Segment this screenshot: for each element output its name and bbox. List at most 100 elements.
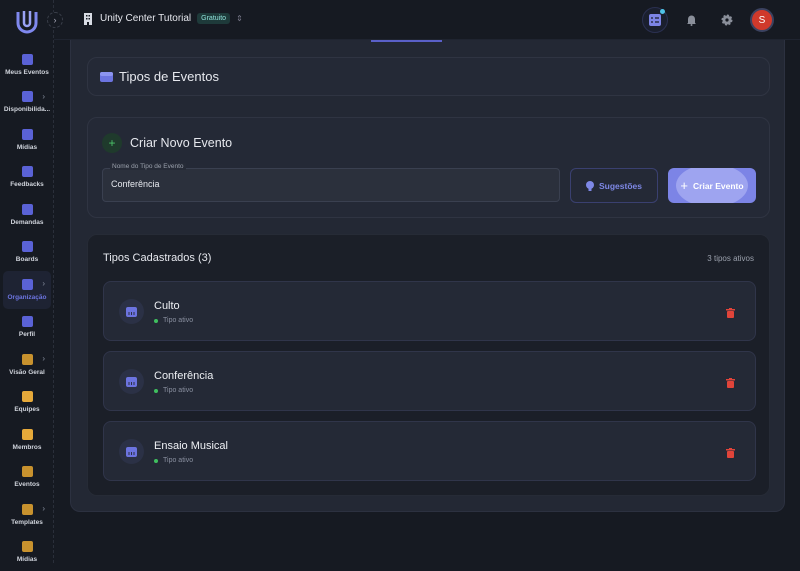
event-type-item: Culto Tipo ativo (103, 281, 756, 341)
bell-icon (686, 14, 697, 26)
create-title: Criar Novo Evento (130, 136, 232, 150)
event-type-name-field: Nome do Tipo de Evento (102, 168, 560, 202)
page-title: Tipos de Eventos (119, 69, 219, 84)
sidebar-item-10[interactable]: Membros (3, 421, 51, 459)
sidebar-item-label: Mídias (17, 144, 37, 151)
trash-icon (726, 378, 735, 388)
sidebar-item-13[interactable]: Mídias (3, 534, 51, 571)
field-label: Nome do Tipo de Evento (110, 163, 186, 170)
sidebar-item-8[interactable]: Visão Geral › (3, 346, 51, 384)
sidebar: Meus Eventos Disponibilida... › Mídias Feedb… (0, 0, 54, 563)
event-type-name: Conferência (154, 370, 213, 382)
list-count: 3 tipos ativos (707, 254, 754, 263)
sidebar-item-label: Organização (7, 294, 46, 301)
sidebar-item-7[interactable]: Perfil (3, 309, 51, 347)
chevron-right-icon: › (42, 354, 45, 363)
sidebar-item-0[interactable]: Meus Eventos (3, 46, 51, 84)
nav-icon (22, 129, 33, 140)
header: Unity Center Tutorial Gratuito ⇕ S (54, 0, 800, 40)
sidebar-item-4[interactable]: Demandas (3, 196, 51, 234)
nav-icon (22, 466, 33, 477)
nav-icon (22, 391, 33, 402)
event-type-status: Tipo ativo (154, 387, 193, 394)
sidebar-nav: Meus Eventos Disponibilida... › Mídias Feedb… (0, 46, 54, 571)
registered-types-card: Tipos Cadastrados (3) 3 tipos ativos Cul… (87, 234, 770, 496)
sidebar-item-12[interactable]: Templates› (3, 496, 51, 534)
suggestions-label: Sugestões (599, 181, 642, 191)
event-type-status: Tipo ativo (154, 457, 193, 464)
sidebar-item-label: Meus Eventos (5, 69, 49, 76)
create-event-label: Criar Evento (693, 181, 744, 191)
building-icon (82, 12, 94, 25)
sidebar-collapse-button[interactable]: › (47, 12, 63, 28)
gear-icon (721, 14, 733, 26)
nav-icon (22, 54, 33, 65)
org-name: Unity Center Tutorial (100, 13, 191, 24)
nav-icon (22, 429, 33, 440)
event-type-name-input[interactable] (111, 179, 541, 189)
calendar-icon (119, 369, 144, 394)
sidebar-item-label: Eventos (14, 481, 39, 488)
status-dot (154, 459, 158, 463)
sidebar-item-label: Demandas (11, 219, 44, 226)
trash-icon (726, 308, 735, 318)
event-type-icon (100, 72, 113, 82)
notification-dot (660, 9, 665, 14)
nav-icon (22, 279, 33, 290)
notifications-button[interactable] (678, 7, 704, 33)
event-type-status: Tipo ativo (154, 317, 193, 324)
plan-badge: Gratuito (197, 13, 230, 24)
nav-icon (22, 354, 33, 365)
plus-icon: + (680, 178, 688, 193)
sidebar-item-6[interactable]: Organização › (3, 271, 51, 309)
calendar-icon (119, 299, 144, 324)
checklist-icon (649, 14, 661, 26)
lightbulb-icon (586, 181, 594, 191)
sidebar-item-label: Boards (16, 256, 38, 263)
sidebar-item-9[interactable]: Equipes (3, 384, 51, 422)
sidebar-item-3[interactable]: Feedbacks (3, 159, 51, 197)
nav-icon (22, 316, 33, 327)
page-header-card: Tipos de Eventos (87, 57, 770, 96)
status-dot (154, 319, 158, 323)
sidebar-item-label: Mídias (17, 556, 37, 563)
sidebar-item-label: Visão Geral (9, 369, 45, 376)
user-avatar[interactable]: S (750, 8, 774, 32)
event-type-name: Ensaio Musical (154, 440, 228, 452)
chevron-right-icon: › (42, 92, 45, 101)
sidebar-item-11[interactable]: Eventos (3, 459, 51, 497)
list-title: Tipos Cadastrados (3) (103, 252, 211, 264)
suggestions-button[interactable]: Sugestões (570, 168, 658, 203)
status-text: Tipo ativo (163, 457, 193, 464)
delete-button[interactable] (726, 305, 735, 323)
event-type-item: Conferência Tipo ativo (103, 351, 756, 411)
status-dot (154, 389, 158, 393)
chevron-right-icon: › (42, 279, 45, 288)
sidebar-item-label: Perfil (19, 331, 35, 338)
nav-icon (22, 204, 33, 215)
nav-icon (22, 166, 33, 177)
tasks-button[interactable] (642, 7, 668, 33)
sidebar-item-5[interactable]: Boards (3, 234, 51, 272)
sidebar-item-1[interactable]: Disponibilida... › (3, 84, 51, 122)
event-type-name: Culto (154, 300, 180, 312)
event-type-item: Ensaio Musical Tipo ativo (103, 421, 756, 481)
nav-icon (22, 541, 33, 552)
sidebar-item-label: Disponibilida... (4, 106, 50, 113)
create-event-card: + Criar Novo Evento Nome do Tipo de Even… (87, 117, 770, 218)
sidebar-item-2[interactable]: Mídias (3, 121, 51, 159)
calendar-icon (119, 439, 144, 464)
create-event-button[interactable]: + Criar Evento (668, 168, 756, 203)
chevron-right-icon: › (42, 504, 45, 513)
nav-icon (22, 504, 33, 515)
sidebar-item-label: Feedbacks (10, 181, 44, 188)
trash-icon (726, 448, 735, 458)
logo-icon (15, 9, 39, 35)
delete-button[interactable] (726, 375, 735, 393)
status-text: Tipo ativo (163, 317, 193, 324)
sidebar-item-label: Membros (13, 444, 42, 451)
org-switcher[interactable]: Unity Center Tutorial Gratuito ⇕ (82, 12, 243, 25)
active-tab-indicator (371, 40, 442, 42)
settings-button[interactable] (714, 7, 740, 33)
delete-button[interactable] (726, 445, 735, 463)
